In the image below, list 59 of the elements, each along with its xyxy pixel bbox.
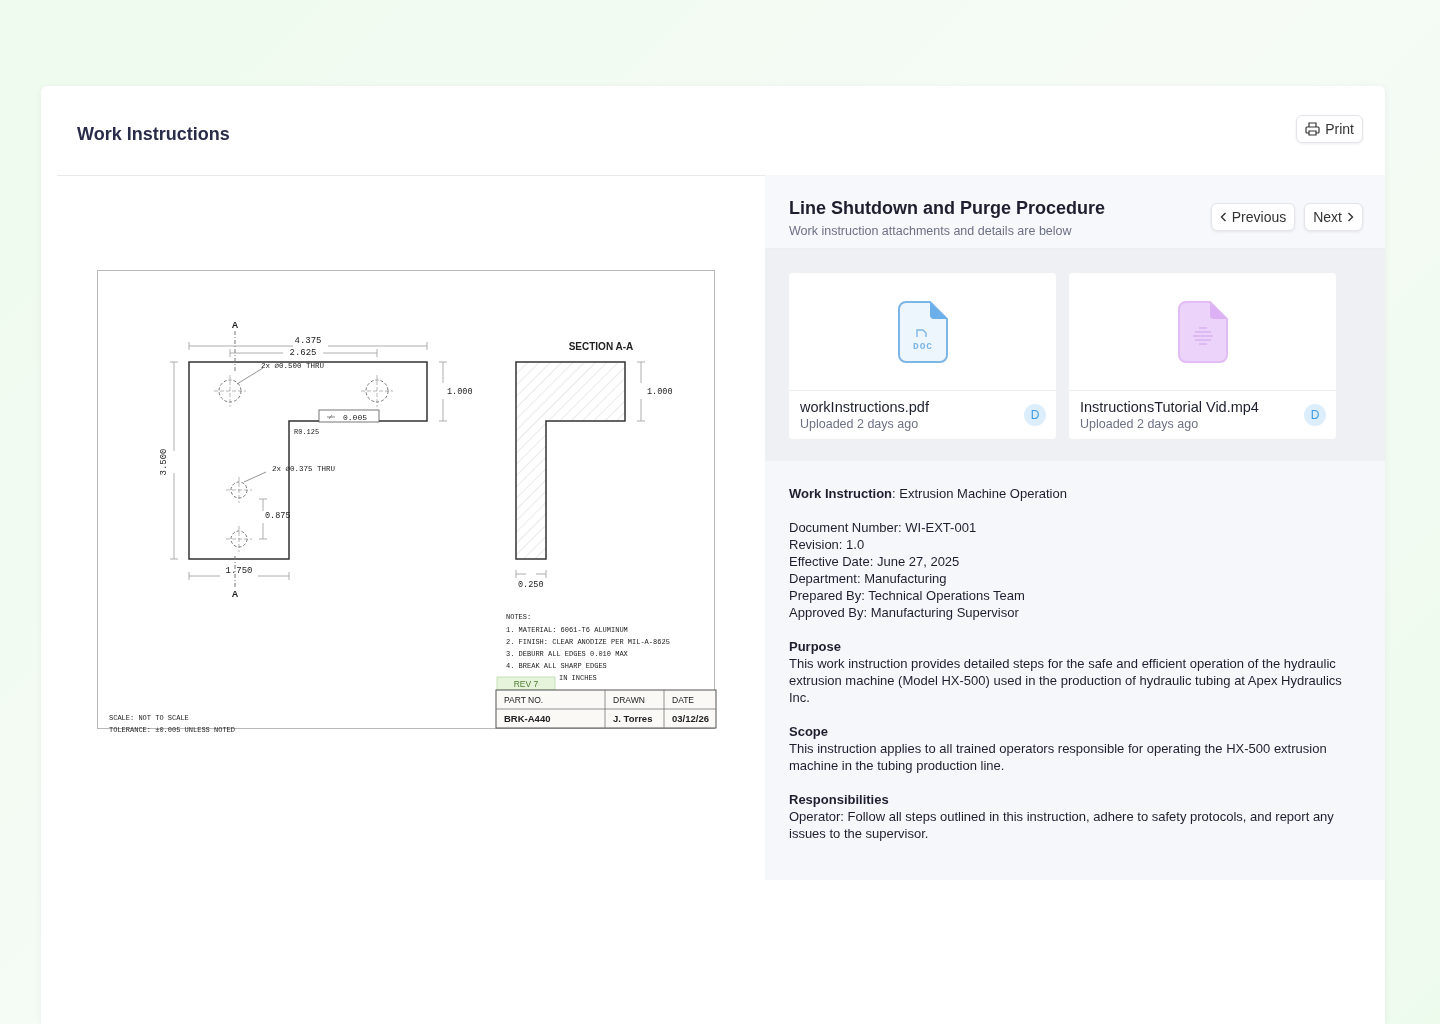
detail-line: Revision: 1.0	[789, 536, 866, 553]
detail-line: Effective Date: June 27, 2025	[789, 553, 961, 570]
hole-drawing	[213, 374, 247, 408]
chevron-right-icon	[1347, 212, 1354, 222]
document-icon: DOC	[897, 300, 948, 363]
section-heading: Scope	[789, 723, 829, 740]
column-heading: PART NO.	[504, 695, 544, 705]
table-cell: BRK-A440	[504, 713, 551, 724]
section-text: This work instruction provides detailed steps for the safe and efficient operation of the hydraulic extrusion machine (Model HX-500) used in the production of hydraulic tubing at Apex Hydraulics Inc.	[789, 655, 1343, 706]
printer-icon	[1305, 121, 1321, 136]
detail-line: Document Number: WI-EXT-001	[789, 519, 978, 536]
dimension-line	[636, 361, 646, 422]
hole-drawing	[225, 476, 253, 504]
print-button[interactable]: Print	[1296, 114, 1363, 143]
dimension-label: 1.000	[447, 387, 473, 397]
section-heading: Responsibilities	[789, 791, 890, 808]
file-icon	[1177, 300, 1228, 363]
table-cell: J. Torres	[613, 713, 653, 724]
dimension-label: 1.750	[225, 566, 253, 576]
detail-line: Department: Manufacturing	[789, 570, 948, 587]
table-cell: 03/12/26	[672, 713, 709, 724]
section-mark: A	[231, 320, 239, 330]
instruction-heading: Work Instruction: Extrusion Machine Operation	[789, 485, 1068, 502]
hole-drawing	[360, 374, 394, 408]
revision-label: REV 7	[513, 679, 539, 689]
leader-line	[243, 471, 267, 483]
dimension-label: 0.250	[518, 580, 544, 590]
dimension-label: 2.625	[289, 348, 317, 358]
dimension-label: 4.375	[294, 336, 322, 346]
dimension-label: 0.005	[343, 413, 367, 422]
procedure-title: Line Shutdown and Purge Procedure	[789, 198, 1106, 219]
detail-line: Prepared By: Technical Operations Team	[789, 587, 1026, 604]
tolerance-frame	[318, 409, 380, 423]
section-heading: Purpose	[789, 638, 842, 655]
section-mark: A	[231, 589, 239, 599]
hole-drawing	[225, 525, 253, 553]
previous-button[interactable]: Previous	[1210, 203, 1296, 231]
flatness-icon	[326, 414, 336, 420]
upload-time: Uploaded 2 days ago	[1080, 417, 1200, 431]
detail-line: Approved By: Manufacturing Supervisor	[789, 604, 1020, 621]
dimension-label: 3.500	[159, 448, 169, 476]
section-title: SECTION A-A	[568, 341, 634, 352]
page-title: Work Instructions	[77, 124, 230, 145]
column-heading: DRAWN	[613, 695, 645, 705]
chevron-left-icon	[1219, 212, 1227, 222]
dimension-line	[515, 569, 547, 579]
user-avatar: D	[1024, 404, 1046, 426]
next-button[interactable]: Next	[1304, 203, 1363, 231]
file-name[interactable]: workInstructions.pdf	[800, 399, 1024, 415]
section-text: This instruction applies to all trained operators responsible for operating the HX-500 extrusion machine in the tubing production line.	[789, 740, 1328, 774]
section-text: Operator: Follow all steps outlined in this instruction, adhere to safety protocols, and report any issues to the supervisor.	[789, 808, 1335, 842]
file-name[interactable]: InstructionsTutorial Vid.mp4	[1080, 399, 1304, 415]
dimension-line	[438, 361, 448, 422]
procedure-subtitle: Work instruction attachments and details are below	[789, 224, 1073, 238]
user-avatar: D	[1304, 404, 1326, 426]
column-heading: DATE	[672, 695, 695, 705]
dimension-label: 1.000	[647, 387, 673, 397]
upload-time: Uploaded 2 days ago	[800, 417, 920, 431]
leader-line	[236, 367, 264, 385]
